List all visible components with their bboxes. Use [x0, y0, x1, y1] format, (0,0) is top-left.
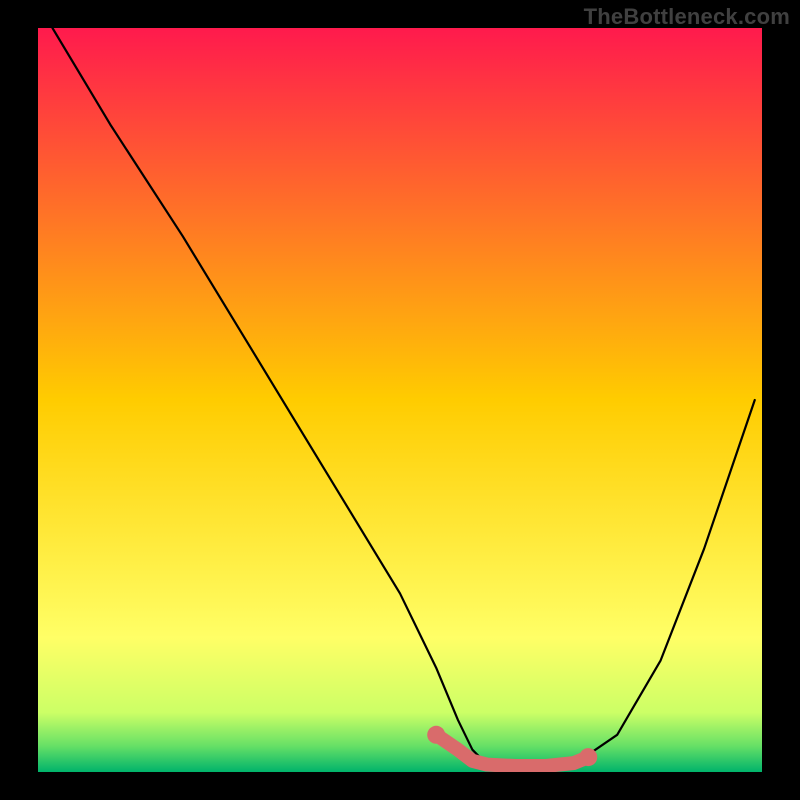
- chart-frame: TheBottleneck.com: [0, 0, 800, 800]
- chart-svg: [38, 28, 762, 772]
- marker-dot: [579, 748, 597, 766]
- marker-dot: [427, 726, 445, 744]
- watermark-text: TheBottleneck.com: [584, 4, 790, 30]
- gradient-background: [38, 28, 762, 772]
- plot-area: [38, 28, 762, 772]
